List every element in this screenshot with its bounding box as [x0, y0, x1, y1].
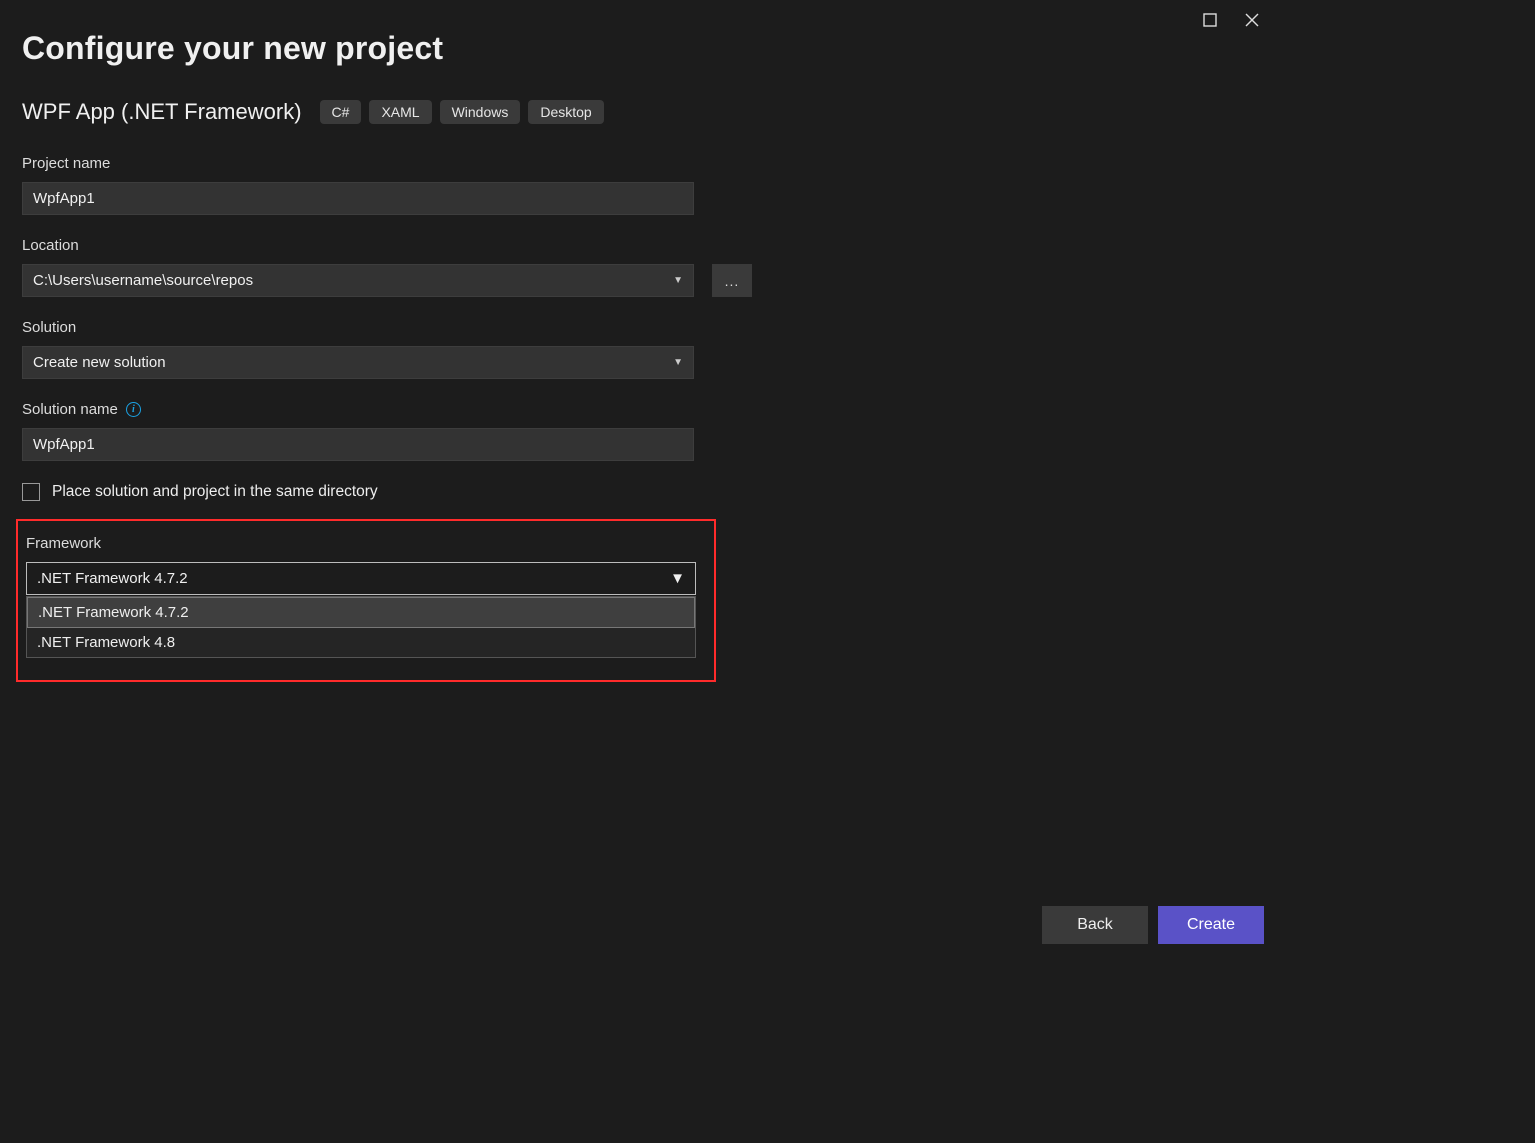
close-icon — [1245, 13, 1259, 27]
solution-name-label: Solution name i — [22, 401, 1258, 418]
chevron-down-icon: ▼ — [673, 275, 683, 286]
browse-label: ... — [725, 273, 740, 289]
framework-dropdown: .NET Framework 4.7.2 .NET Framework 4.8 — [26, 596, 696, 658]
tag: XAML — [369, 100, 431, 124]
location-value: C:\Users\username\source\repos — [33, 272, 253, 289]
browse-button[interactable]: ... — [712, 264, 752, 297]
window-titlebar — [1200, 0, 1280, 30]
footer: Back Create — [1042, 906, 1264, 944]
back-button[interactable]: Back — [1042, 906, 1148, 944]
solution-value: Create new solution — [33, 354, 166, 371]
template-row: WPF App (.NET Framework) C# XAML Windows… — [22, 99, 1258, 125]
location-combo[interactable]: C:\Users\username\source\repos ▼ — [22, 264, 694, 297]
framework-option[interactable]: .NET Framework 4.7.2 — [27, 597, 695, 628]
info-icon: i — [126, 402, 141, 417]
framework-combo[interactable]: .NET Framework 4.7.2 ▼ — [26, 562, 696, 595]
tag: Desktop — [528, 100, 603, 124]
same-directory-label: Place solution and project in the same d… — [52, 483, 378, 501]
close-button[interactable] — [1242, 10, 1262, 30]
solution-label: Solution — [22, 319, 1258, 336]
tag: C# — [320, 100, 362, 124]
solution-combo[interactable]: Create new solution ▼ — [22, 346, 694, 379]
page-title: Configure your new project — [22, 30, 1258, 67]
template-tags: C# XAML Windows Desktop — [320, 100, 604, 124]
maximize-button[interactable] — [1200, 10, 1220, 30]
location-label: Location — [22, 237, 1258, 254]
framework-option[interactable]: .NET Framework 4.8 — [27, 628, 695, 657]
project-name-label: Project name — [22, 155, 1258, 172]
chevron-down-icon: ▼ — [673, 357, 683, 368]
project-name-input[interactable] — [22, 182, 694, 215]
template-name: WPF App (.NET Framework) — [22, 99, 302, 125]
maximize-icon — [1203, 13, 1217, 27]
solution-name-input[interactable] — [22, 428, 694, 461]
create-button[interactable]: Create — [1158, 906, 1264, 944]
framework-highlight: Framework .NET Framework 4.7.2 ▼ .NET Fr… — [16, 519, 716, 682]
framework-label: Framework — [26, 535, 706, 552]
framework-value: .NET Framework 4.7.2 — [37, 570, 188, 587]
chevron-down-icon: ▼ — [670, 570, 685, 587]
tag: Windows — [440, 100, 521, 124]
same-directory-checkbox[interactable] — [22, 483, 40, 501]
